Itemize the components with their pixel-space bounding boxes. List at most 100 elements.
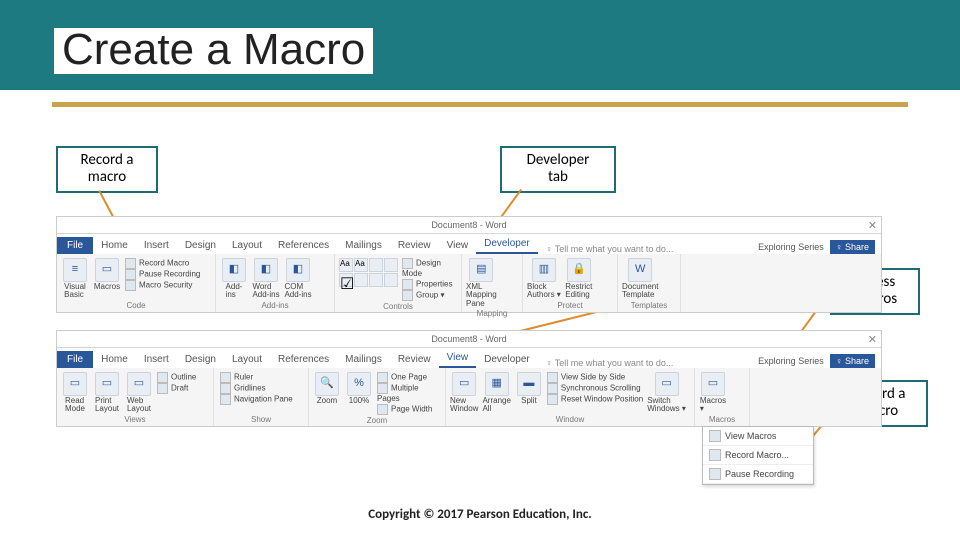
tab-home[interactable]: Home	[93, 352, 136, 368]
menu-label: Record Macro...	[725, 450, 789, 460]
tab-home[interactable]: Home	[93, 238, 136, 254]
control-icon[interactable]	[369, 258, 383, 272]
btn-label: Print Layout	[95, 397, 119, 414]
share-button[interactable]: ♀ Share	[830, 354, 875, 368]
doc-title: Document8 - Word	[431, 220, 506, 230]
btn-label: Add- ins	[226, 283, 243, 300]
one-page-button[interactable]: One Page	[377, 372, 441, 383]
tab-design[interactable]: Design	[177, 352, 224, 368]
share-button[interactable]: ♀ Share	[830, 240, 875, 254]
side-by-side-button[interactable]: View Side by Side	[547, 372, 643, 383]
tab-insert[interactable]: Insert	[136, 352, 177, 368]
btn-label: Zoom	[317, 397, 337, 405]
outline-button[interactable]: Outline	[157, 372, 196, 383]
tab-layout[interactable]: Layout	[224, 238, 270, 254]
multi-pages-button[interactable]: Multiple Pages	[377, 383, 441, 404]
tab-layout[interactable]: Layout	[224, 352, 270, 368]
control-icon[interactable]	[384, 258, 398, 272]
print-layout-button[interactable]: ▭Print Layout	[93, 370, 121, 414]
tab-file[interactable]: File	[57, 351, 93, 368]
tab-review[interactable]: Review	[390, 352, 439, 368]
tab-developer[interactable]: Developer	[476, 352, 538, 368]
group-label: Views	[61, 414, 209, 426]
document-template-button[interactable]: WDocument Template	[622, 256, 658, 300]
menu-pause-recording[interactable]: Pause Recording	[703, 465, 813, 484]
design-mode-button[interactable]: Design Mode	[402, 258, 457, 279]
callout-record-macro: Record a macro	[56, 146, 158, 193]
close-icon[interactable]: ✕	[868, 333, 877, 346]
zoom-button[interactable]: 🔍Zoom	[313, 370, 341, 405]
tab-mailings[interactable]: Mailings	[337, 238, 390, 254]
tell-me-search[interactable]: ♀ Tell me what you want to do...	[538, 244, 674, 254]
addins-button[interactable]: ◧Add- ins	[220, 256, 248, 300]
control-icon[interactable]	[369, 273, 383, 287]
btn-label: XML Mapping Pane	[466, 283, 497, 308]
tab-design[interactable]: Design	[177, 238, 224, 254]
sync-scroll-button[interactable]: Synchronous Scrolling	[547, 383, 643, 394]
split-button[interactable]: ▬Split	[515, 370, 543, 405]
menu-record-macro[interactable]: Record Macro...	[703, 446, 813, 465]
group-button[interactable]: Group ▾	[402, 290, 457, 301]
btn-label: Web Layout	[127, 397, 151, 414]
macros-dropdown-button[interactable]: ▭Macros ▾	[699, 370, 727, 414]
switch-windows-button[interactable]: ▭Switch Windows ▾	[647, 370, 686, 414]
close-icon[interactable]: ✕	[868, 219, 877, 232]
share-text: Share	[845, 242, 869, 252]
tab-view[interactable]: View	[439, 350, 477, 368]
record-macro-button[interactable]: Record Macro	[125, 258, 200, 269]
pause-recording-button[interactable]: Pause Recording	[125, 269, 200, 280]
tab-review[interactable]: Review	[390, 238, 439, 254]
control-icon[interactable]: ☑	[339, 273, 353, 287]
read-mode-button[interactable]: ▭Read Mode	[61, 370, 89, 414]
tab-developer[interactable]: Developer	[476, 236, 538, 254]
control-icon[interactable]	[354, 273, 368, 287]
btn-label: 100%	[349, 397, 369, 405]
btn-label: Switch Windows ▾	[647, 397, 686, 414]
header-band: Create a Macro	[0, 0, 960, 90]
group-label: Window	[450, 414, 690, 426]
tell-me-search[interactable]: ♀ Tell me what you want to do...	[538, 358, 674, 368]
hundred-button[interactable]: %100%	[345, 370, 373, 405]
xml-mapping-button[interactable]: ▤XML Mapping Pane	[466, 256, 497, 308]
reset-position-button[interactable]: Reset Window Position	[547, 394, 643, 405]
slide-title: Create a Macro	[54, 28, 373, 74]
web-layout-button[interactable]: ▭Web Layout	[125, 370, 153, 414]
control-icon[interactable]: Aa	[339, 258, 353, 272]
account-label: Exploring Series	[758, 242, 824, 252]
macros-button[interactable]: ▭Macros	[93, 256, 121, 291]
title-underline	[52, 102, 908, 107]
navpane-checkbox[interactable]: Navigation Pane	[220, 394, 293, 405]
callout-developer-tab: Developer tab	[500, 146, 616, 193]
properties-button[interactable]: Properties	[402, 279, 457, 290]
restrict-editing-button[interactable]: 🔒Restrict Editing	[565, 256, 593, 300]
visual-basic-button[interactable]: ≡Visual Basic	[61, 256, 89, 300]
ribbon-view: Document8 - Word ✕ File Home Insert Desi…	[56, 330, 882, 427]
menu-view-macros[interactable]: View Macros	[703, 427, 813, 446]
draft-button[interactable]: Draft	[157, 383, 196, 394]
btn-label: New Window	[450, 397, 478, 414]
control-icon[interactable]: Aa	[354, 258, 368, 272]
doc-title: Document8 - Word	[431, 334, 506, 344]
group-label: Code	[61, 300, 211, 312]
group-label: Mapping	[466, 308, 518, 320]
ruler-checkbox[interactable]: Ruler	[220, 372, 293, 383]
btn-label: Macros	[94, 283, 120, 291]
tab-references[interactable]: References	[270, 238, 337, 254]
group-label: Macros	[699, 414, 745, 426]
page-width-button[interactable]: Page Width	[377, 404, 441, 415]
com-addins-button[interactable]: ◧COM Add-ins	[284, 256, 312, 300]
tab-view[interactable]: View	[439, 238, 477, 254]
block-authors-button[interactable]: ▥Block Authors ▾	[527, 256, 561, 300]
tab-file[interactable]: File	[57, 237, 93, 254]
control-icon[interactable]	[384, 273, 398, 287]
arrange-all-button[interactable]: ▦Arrange All	[482, 370, 510, 414]
new-window-button[interactable]: ▭New Window	[450, 370, 478, 414]
tab-mailings[interactable]: Mailings	[337, 352, 390, 368]
share-text: Share	[845, 356, 869, 366]
tab-references[interactable]: References	[270, 352, 337, 368]
btn-label: Document Template	[622, 283, 658, 300]
macro-security-button[interactable]: Macro Security	[125, 280, 200, 291]
tab-insert[interactable]: Insert	[136, 238, 177, 254]
gridlines-checkbox[interactable]: Gridlines	[220, 383, 293, 394]
word-addins-button[interactable]: ◧Word Add-ins	[252, 256, 280, 300]
